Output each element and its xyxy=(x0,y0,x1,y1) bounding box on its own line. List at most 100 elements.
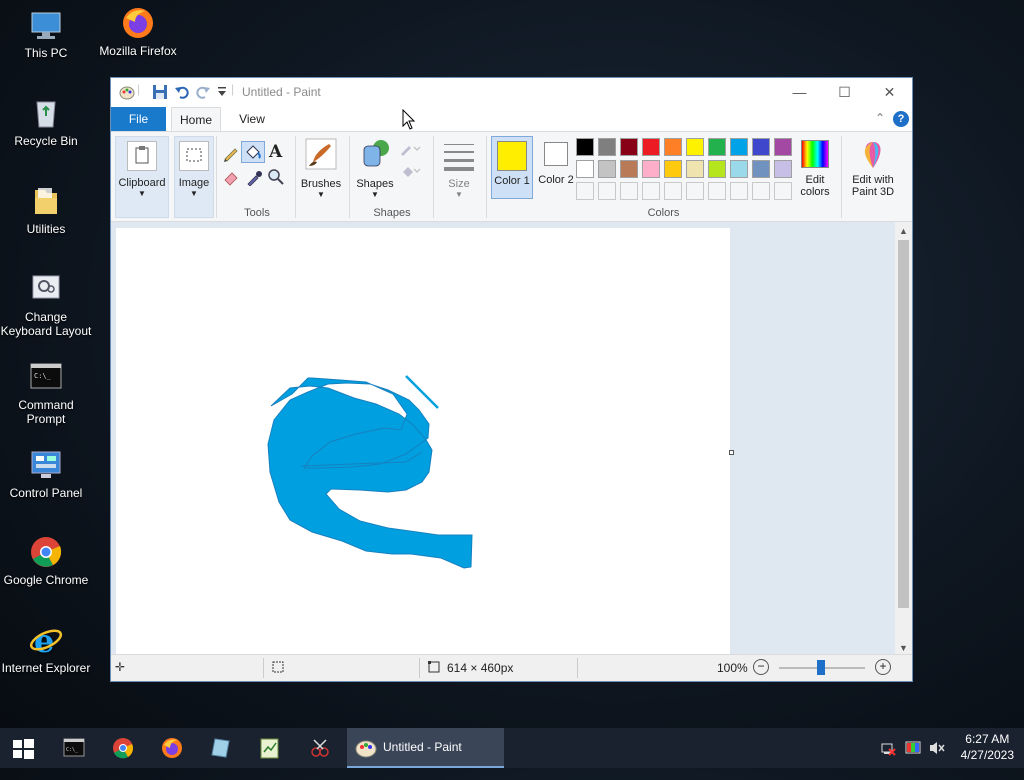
collapse-ribbon-icon[interactable]: ⌃ xyxy=(875,111,885,125)
desktop-icon-this-pc[interactable]: This PC xyxy=(0,8,92,60)
palette-empty-swatch[interactable] xyxy=(664,182,682,200)
taskbar-editor-icon[interactable] xyxy=(259,737,281,777)
desktop-icon-label: Change Keyboard Layout xyxy=(0,310,92,338)
palette-color-swatch[interactable] xyxy=(576,138,594,156)
palette-color-swatch[interactable] xyxy=(730,160,748,178)
recycle-bin-icon xyxy=(29,96,63,130)
edit-with-paint3d-button[interactable]: Edit with Paint 3D xyxy=(845,136,901,198)
desktop-icon-internet-explorer[interactable]: e Internet Explorer xyxy=(0,622,92,675)
palette-empty-swatch[interactable] xyxy=(730,182,748,200)
palette-color-swatch[interactable] xyxy=(708,160,726,178)
palette-empty-swatch[interactable] xyxy=(576,182,594,200)
undo-icon[interactable] xyxy=(174,84,190,100)
palette-color-swatch[interactable] xyxy=(642,160,660,178)
eraser-icon[interactable] xyxy=(222,168,240,189)
palette-empty-swatch[interactable] xyxy=(774,182,792,200)
desktop-icon-recycle-bin[interactable]: Recycle Bin xyxy=(0,96,92,148)
color1-button[interactable]: Color 1 xyxy=(491,136,533,199)
scroll-down-icon[interactable]: ▼ xyxy=(899,643,908,653)
clipboard-button[interactable]: Clipboard ▼ xyxy=(115,136,169,218)
customize-qa-icon[interactable] xyxy=(217,86,227,102)
taskbar-snipping-tool-icon[interactable] xyxy=(309,737,331,777)
image-button[interactable]: Image ▼ xyxy=(174,136,214,218)
taskbar-paint-button[interactable]: Untitled - Paint xyxy=(347,728,504,768)
separator xyxy=(486,136,487,218)
palette-color-swatch[interactable] xyxy=(708,138,726,156)
zoom-in-button[interactable]: + xyxy=(875,659,891,675)
palette-color-swatch[interactable] xyxy=(576,160,594,178)
display-color-icon[interactable] xyxy=(905,740,921,780)
tab-home[interactable]: Home xyxy=(171,107,221,131)
taskbar-notes-icon[interactable] xyxy=(210,737,232,777)
palette-color-swatch[interactable] xyxy=(730,138,748,156)
color-picker-icon[interactable] xyxy=(245,168,263,189)
maximize-button[interactable]: ☐ xyxy=(822,78,867,107)
palette-color-swatch[interactable] xyxy=(620,160,638,178)
redo-icon[interactable] xyxy=(195,84,211,100)
vertical-scrollbar[interactable]: ▲ ▼ xyxy=(895,222,912,657)
text-icon[interactable]: A xyxy=(269,142,282,162)
palette-color-swatch[interactable] xyxy=(686,138,704,156)
tab-view[interactable]: View xyxy=(231,107,273,131)
help-icon[interactable]: ? xyxy=(893,111,909,127)
ribbon-tabs: File Home View ⌃ ? xyxy=(111,107,912,132)
canvas-resize-handle[interactable] xyxy=(729,450,734,455)
close-button[interactable]: ✕ xyxy=(867,78,912,107)
palette-empty-swatch[interactable] xyxy=(620,182,638,200)
palette-color-swatch[interactable] xyxy=(774,138,792,156)
zoom-out-button[interactable]: − xyxy=(753,659,769,675)
scroll-up-icon[interactable]: ▲ xyxy=(899,226,908,236)
fill-shape-icon[interactable] xyxy=(399,164,421,181)
palette-empty-swatch[interactable] xyxy=(708,182,726,200)
save-icon[interactable] xyxy=(152,84,168,100)
volume-muted-icon[interactable] xyxy=(928,740,946,780)
palette-color-swatch[interactable] xyxy=(664,138,682,156)
tab-file[interactable]: File xyxy=(111,107,166,131)
paint-app-icon[interactable] xyxy=(119,84,135,100)
desktop-icon-control-panel[interactable]: Control Panel xyxy=(0,448,92,500)
taskbar-firefox-icon[interactable] xyxy=(161,737,183,777)
palette-color-swatch[interactable] xyxy=(664,160,682,178)
palette-empty-swatch[interactable] xyxy=(686,182,704,200)
palette-color-swatch[interactable] xyxy=(620,138,638,156)
title-bar: | | Untitled - Paint — ☐ ✕ xyxy=(111,78,912,107)
mouse-cursor-icon xyxy=(402,108,416,134)
palette-color-swatch[interactable] xyxy=(598,160,616,178)
desktop-icon-label: Control Panel xyxy=(9,486,83,500)
brushes-button[interactable]: Brushes ▼ xyxy=(300,136,342,199)
palette-color-swatch[interactable] xyxy=(642,138,660,156)
palette-empty-swatch[interactable] xyxy=(642,182,660,200)
outline-icon[interactable] xyxy=(399,142,421,159)
network-icon[interactable] xyxy=(880,740,896,780)
color2-button[interactable]: Color 2 xyxy=(535,136,577,199)
magnifier-icon[interactable] xyxy=(267,168,285,189)
qa-separator: | xyxy=(137,82,141,96)
palette-empty-swatch[interactable] xyxy=(752,182,770,200)
fill-icon[interactable] xyxy=(241,141,265,163)
palette-color-swatch[interactable] xyxy=(686,160,704,178)
pencil-icon[interactable] xyxy=(222,144,240,165)
shapes-button[interactable]: Shapes ▼ xyxy=(354,136,396,199)
minimize-button[interactable]: — xyxy=(777,78,822,107)
scroll-thumb[interactable] xyxy=(898,240,909,608)
desktop-icon-utilities[interactable]: Utilities xyxy=(0,184,92,236)
taskbar-clock[interactable]: 6:27 AM 4/27/2023 xyxy=(961,731,1014,763)
taskbar-command-prompt-icon[interactable]: C:\_ xyxy=(63,737,85,777)
desktop-icon-change-keyboard-layout[interactable]: Change Keyboard Layout xyxy=(0,272,92,338)
palette-color-swatch[interactable] xyxy=(752,138,770,156)
palette-color-swatch[interactable] xyxy=(774,160,792,178)
palette-color-swatch[interactable] xyxy=(752,160,770,178)
size-button[interactable]: Size ▼ xyxy=(439,136,479,199)
shapes-label: Shapes xyxy=(356,178,394,190)
drawing-canvas[interactable] xyxy=(116,228,730,656)
edit-colors-button[interactable]: Edit colors xyxy=(795,136,835,198)
desktop-icon-firefox[interactable]: Mozilla Firefox xyxy=(92,6,184,58)
taskbar-chrome-icon[interactable] xyxy=(112,737,134,777)
palette-empty-swatch[interactable] xyxy=(598,182,616,200)
desktop-icon-google-chrome[interactable]: Google Chrome xyxy=(0,535,92,587)
image-label: Image xyxy=(178,177,210,189)
zoom-slider-thumb[interactable] xyxy=(817,660,825,675)
palette-color-swatch[interactable] xyxy=(598,138,616,156)
desktop-icon-command-prompt[interactable]: C:\_ Command Prompt xyxy=(0,360,92,426)
start-button-windows-icon[interactable] xyxy=(12,738,34,778)
